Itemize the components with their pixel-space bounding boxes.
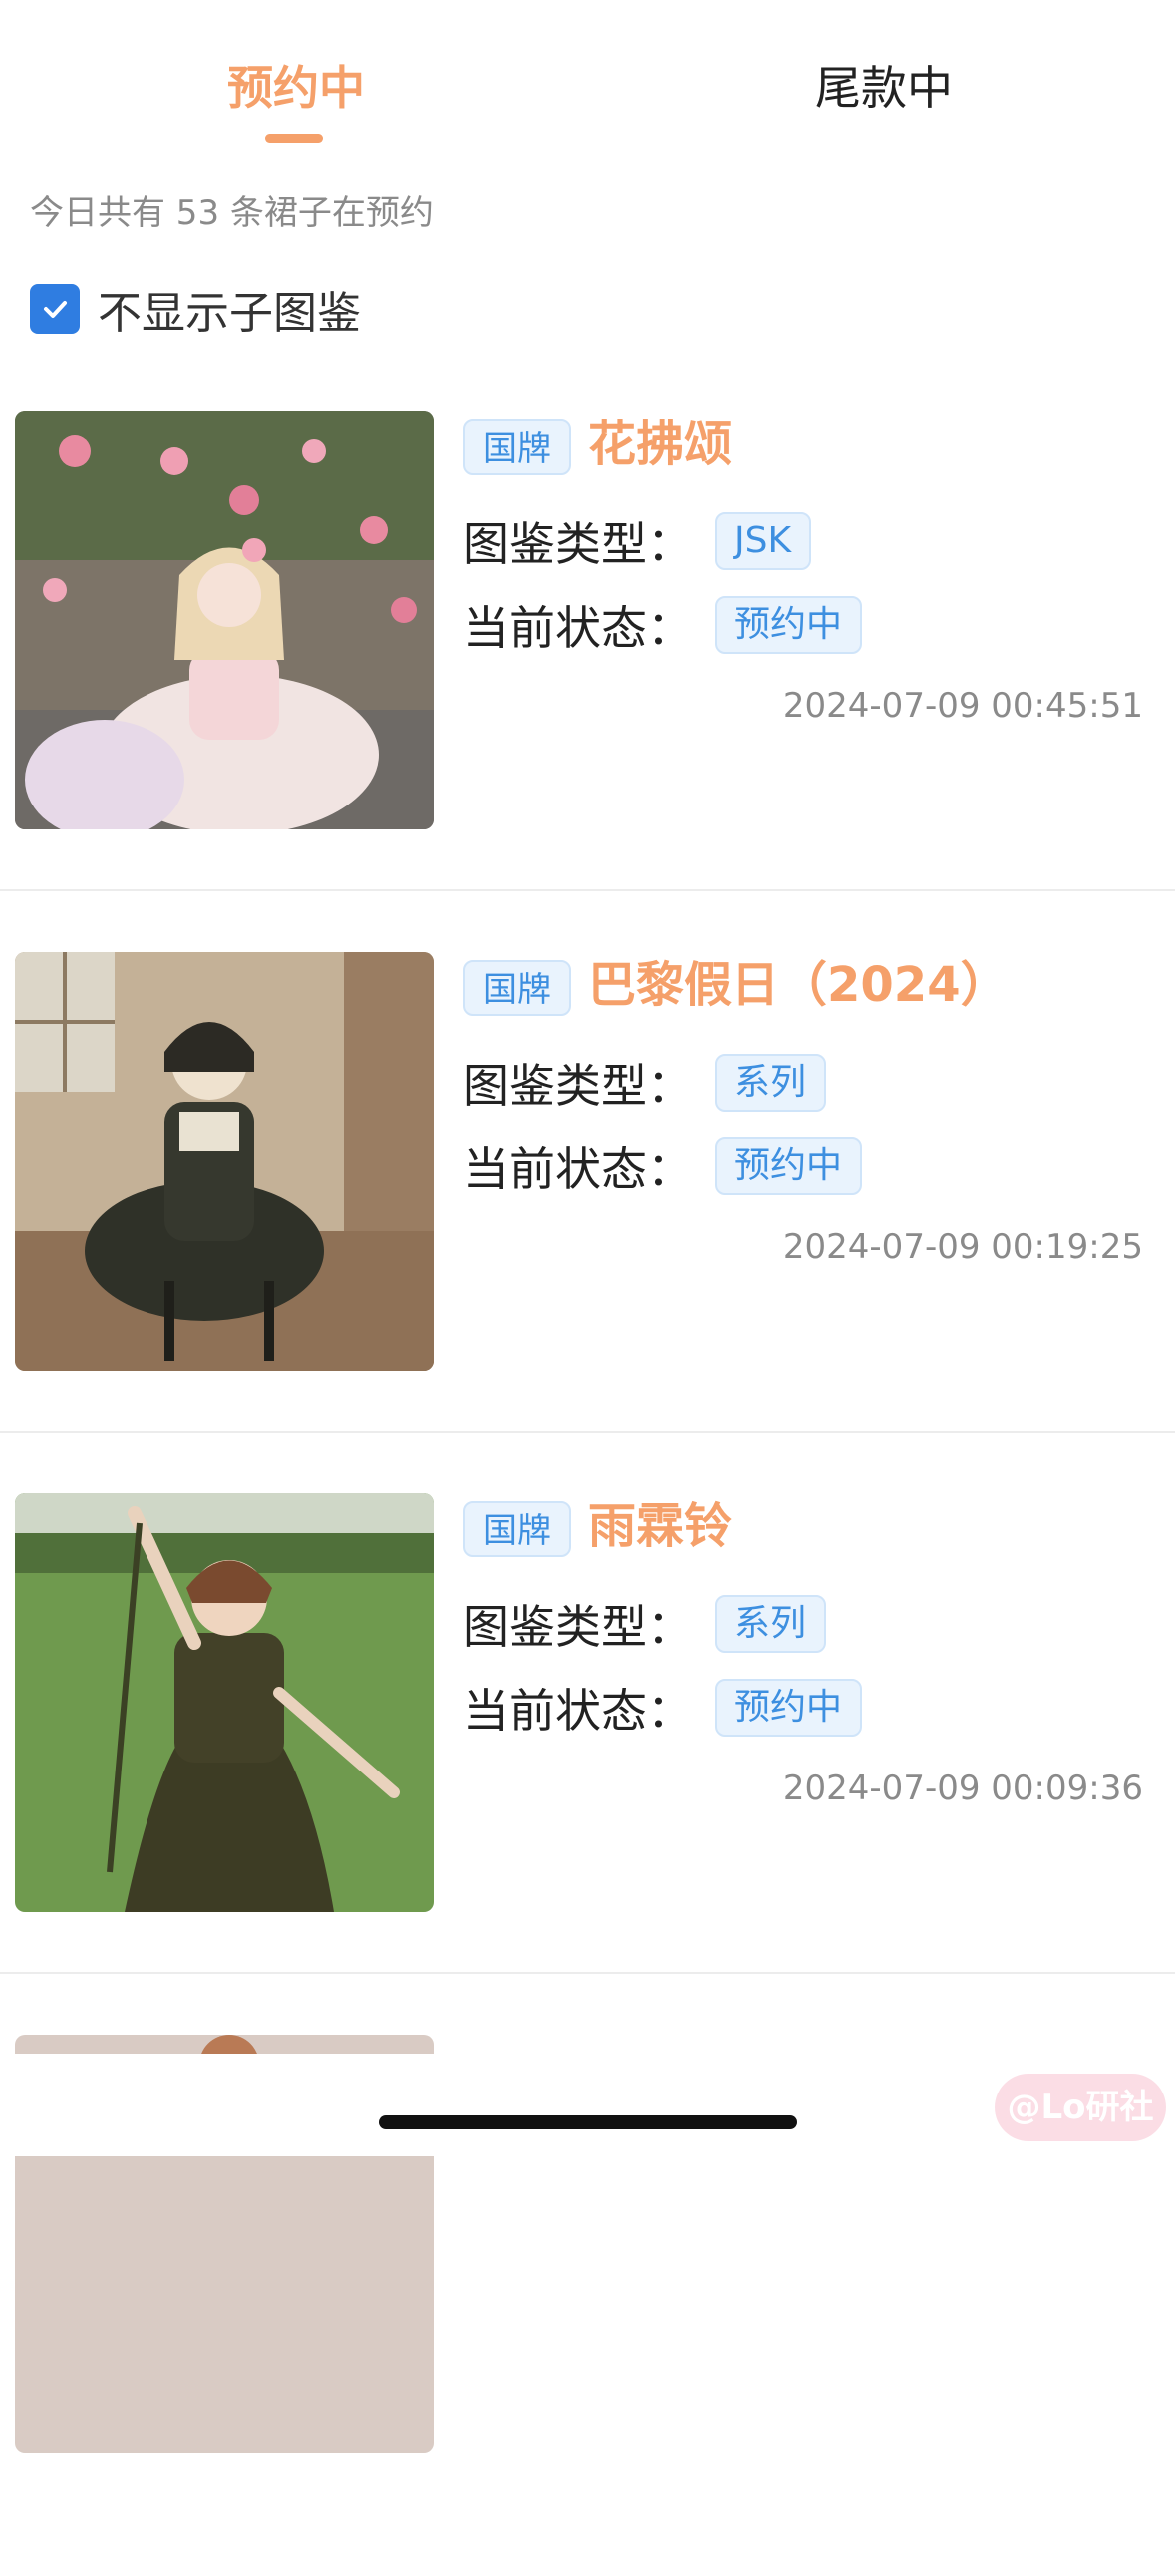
checkbox-checked-icon[interactable] xyxy=(30,284,80,334)
brand-tag: 国牌 xyxy=(463,419,571,475)
divider xyxy=(0,889,1175,891)
entry-type-row: 图鉴类型： JSK xyxy=(463,510,812,572)
tab-active-indicator xyxy=(265,134,323,143)
tab-final-payment[interactable]: 尾款中 xyxy=(815,58,953,118)
entry-type-tag: 系列 xyxy=(715,1054,827,1112)
divider xyxy=(0,1431,1175,1433)
list-item[interactable]: 国牌 雨霖铃 图鉴类型： 系列 当前状态： 预约中 2024-07-09 00:… xyxy=(0,1493,1175,2035)
status-label: 当前状态： xyxy=(463,1684,693,1738)
brand-tag: 国牌 xyxy=(463,1501,571,1557)
item-photo[interactable] xyxy=(15,411,434,829)
status-tag: 预约中 xyxy=(715,1137,863,1195)
item-timestamp: 2024-07-09 00:09:36 xyxy=(782,1769,1143,1808)
item-timestamp: 2024-07-09 00:19:25 xyxy=(782,1227,1143,1267)
status-row: 当前状态： 预约中 xyxy=(463,1677,863,1739)
item-title[interactable]: 雨霖铃 xyxy=(588,1493,732,1559)
status-tag: 预约中 xyxy=(715,596,863,654)
brand-tag: 国牌 xyxy=(463,960,571,1016)
watermark-logo: @Lo研社 xyxy=(995,2074,1166,2141)
item-title[interactable]: 巴黎假日（2024） xyxy=(588,952,1009,1018)
filter-label: 不显示子图鉴 xyxy=(98,288,361,339)
entry-type-row: 图鉴类型： 系列 xyxy=(463,1052,827,1114)
item-photo[interactable] xyxy=(15,1493,434,1912)
status-tag: 预约中 xyxy=(715,1679,863,1737)
home-indicator[interactable] xyxy=(379,2115,797,2129)
entry-type-row: 图鉴类型： 系列 xyxy=(463,1593,827,1655)
status-label: 当前状态： xyxy=(463,601,693,655)
status-label: 当前状态： xyxy=(463,1142,693,1196)
status-row: 当前状态： 预约中 xyxy=(463,1135,863,1197)
entry-type-label: 图鉴类型： xyxy=(463,1059,693,1113)
item-timestamp: 2024-07-09 00:45:51 xyxy=(782,686,1143,726)
status-row: 当前状态： 预约中 xyxy=(463,594,863,656)
tab-reserving[interactable]: 预约中 xyxy=(227,58,365,118)
entry-type-tag: JSK xyxy=(715,512,812,570)
summary-text: 今日共有 53 条裙子在预约 xyxy=(30,193,434,233)
list-item[interactable]: 国牌 花拂颂 图鉴类型： JSK 当前状态： 预约中 2024-07-09 00… xyxy=(0,411,1175,952)
tab-bar: 预约中 尾款中 xyxy=(0,0,1175,150)
hide-sub-entries-filter[interactable]: 不显示子图鉴 xyxy=(30,281,361,339)
entry-type-label: 图鉴类型： xyxy=(463,517,693,571)
entry-type-label: 图鉴类型： xyxy=(463,1600,693,1654)
item-photo[interactable] xyxy=(15,952,434,1371)
list-item[interactable]: 国牌 巴黎假日（2024） 图鉴类型： 系列 当前状态： 预约中 2024-07… xyxy=(0,952,1175,1493)
item-title[interactable]: 花拂颂 xyxy=(588,411,732,477)
entry-type-tag: 系列 xyxy=(715,1595,827,1653)
divider xyxy=(0,1972,1175,1974)
